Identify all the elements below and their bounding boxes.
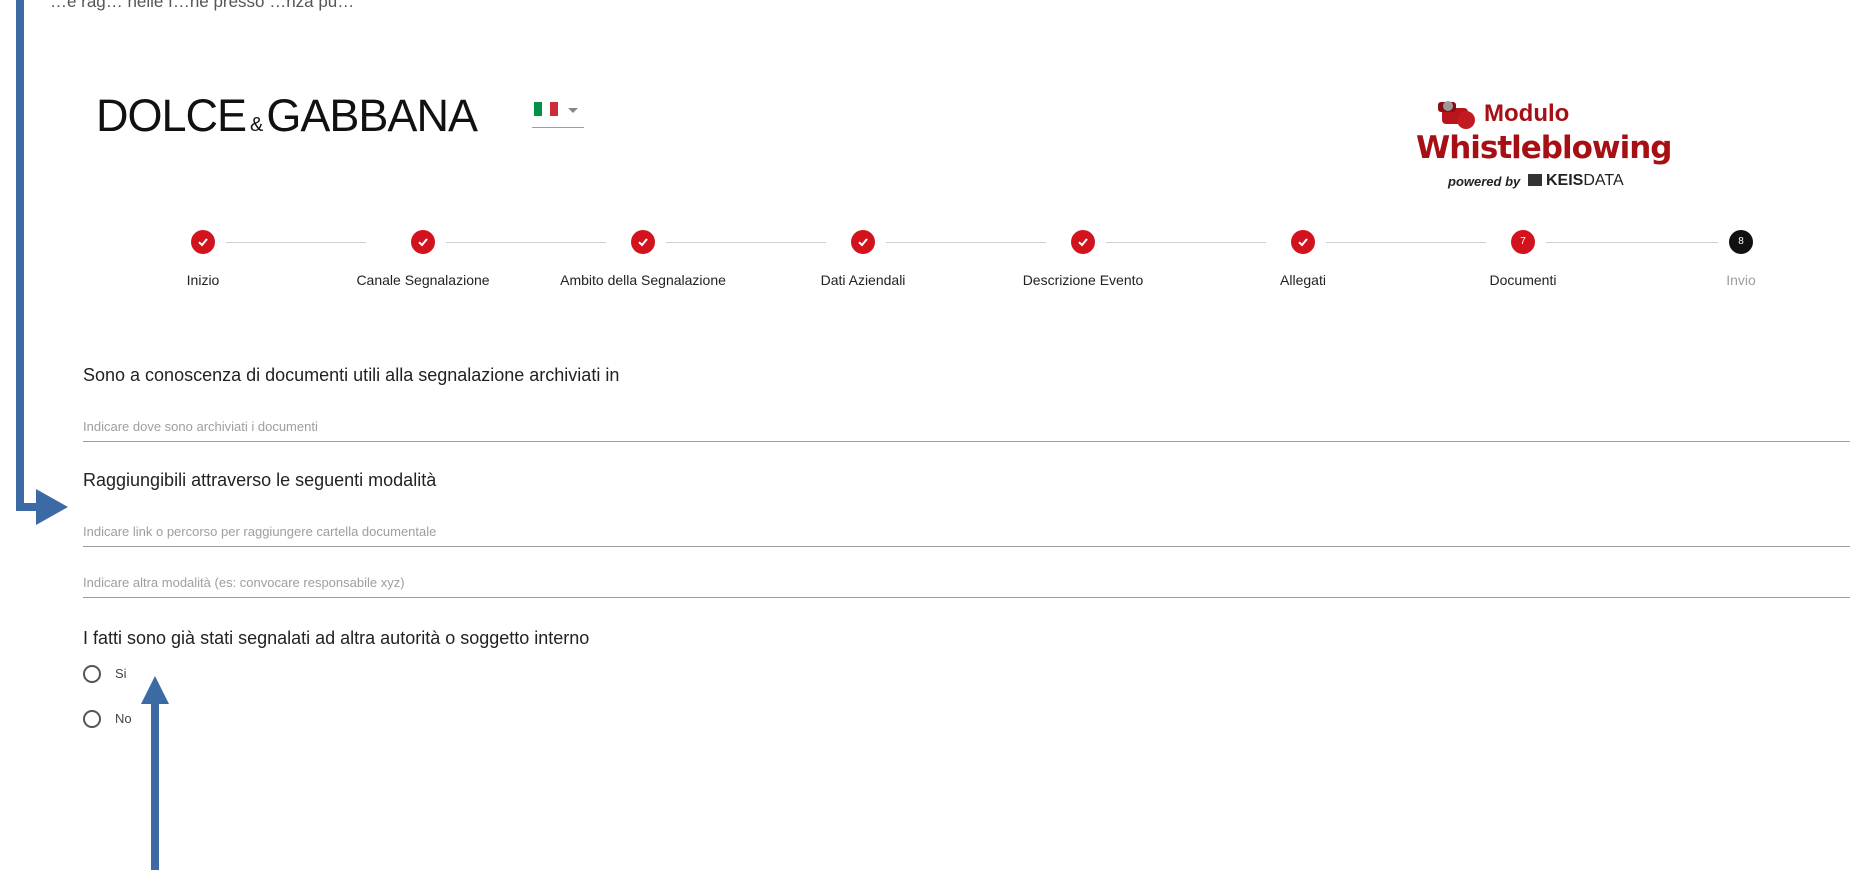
step-connector [1326, 242, 1486, 243]
documents-link-input[interactable] [83, 516, 1850, 547]
step-connector [446, 242, 606, 243]
step-connector [226, 242, 366, 243]
annotation-arrow-up-icon [141, 676, 169, 704]
step-7-number[interactable]: 7 [1511, 230, 1535, 254]
dolce-gabbana-logo: DOLCE &GABBANA [96, 90, 478, 142]
reachable-section-title: Raggiungibili attraverso le seguenti mod… [83, 470, 437, 490]
reported-section-title: I fatti sono già stati segnalati ad altr… [83, 628, 590, 648]
radio-button[interactable] [83, 665, 101, 683]
whistleblowing-logo: Modulo Whistleblowing powered by KEISDAT… [1412, 96, 1672, 194]
annotation-arrow-line [151, 700, 159, 870]
keisdata-logo: KEISDATA [1528, 172, 1624, 190]
powered-by-label: powered by [1448, 174, 1521, 189]
radio-label-no: No [115, 711, 132, 726]
keisdata-bold: KEIS [1546, 172, 1584, 189]
brand-amp: & [250, 114, 263, 136]
step-label-documenti: Documenti [1489, 272, 1557, 288]
annotation-arrow-right-icon [36, 489, 68, 525]
step-connector [666, 242, 826, 243]
top-caption: …e rag… nelle f…ne presso …nza pu… [50, 0, 355, 11]
language-selector[interactable] [532, 100, 584, 128]
step-label-allegati: Allegati [1280, 272, 1326, 288]
step-5-check-icon[interactable] [1071, 230, 1095, 254]
logo-line1: Modulo [1484, 100, 1570, 127]
step-connector [1546, 242, 1718, 243]
radio-label-si: Si [115, 666, 127, 681]
documents-location-input[interactable] [83, 411, 1850, 442]
step-3-check-icon[interactable] [631, 230, 655, 254]
step-6-check-icon[interactable] [1291, 230, 1315, 254]
step-label-ambito: Ambito della Segnalazione [560, 272, 726, 288]
other-modality-input[interactable] [83, 567, 1850, 598]
step-4-check-icon[interactable] [851, 230, 875, 254]
step-label-descrizione: Descrizione Evento [1022, 272, 1144, 288]
brand-left: DOLCE [96, 90, 247, 141]
step-label-inizio: Inizio [186, 272, 220, 288]
step-8-number[interactable]: 8 [1729, 230, 1753, 254]
chevron-down-icon [568, 108, 578, 113]
step-2-check-icon[interactable] [411, 230, 435, 254]
step-label-canale: Canale Segnalazione [356, 272, 490, 288]
whistle-icon [1438, 101, 1475, 129]
documents-section-title: Sono a conoscenza di documenti utili all… [83, 365, 620, 385]
step-connector [886, 242, 1046, 243]
brand-right: GABBANA [266, 90, 478, 141]
keisdata-rest: DATA [1583, 172, 1624, 189]
step-label-invio: Invio [1726, 272, 1756, 288]
radio-button[interactable] [83, 710, 101, 728]
annotation-arrow-line [16, 0, 24, 511]
progress-stepper: 7 8 Inizio Canale Segnalazione Ambito de… [0, 228, 1850, 298]
logo-line2: Whistleblowing [1416, 130, 1672, 166]
keisdata-mark-icon [1528, 174, 1542, 186]
italy-flag-icon [534, 102, 558, 116]
step-connector [1106, 242, 1266, 243]
step-label-dati: Dati Aziendali [820, 272, 906, 288]
step-1-check-icon[interactable] [191, 230, 215, 254]
